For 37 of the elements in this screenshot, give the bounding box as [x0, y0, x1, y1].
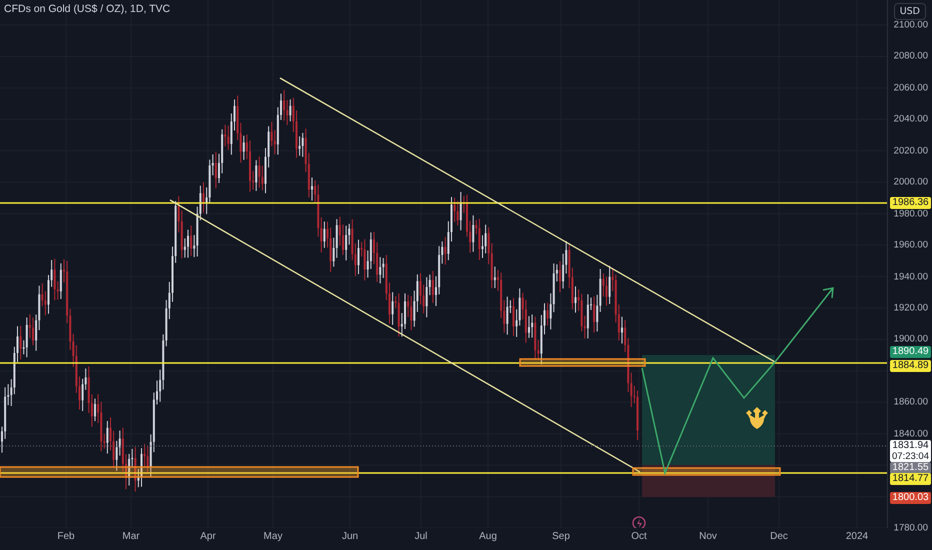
price-tick: 1980.00	[894, 208, 928, 220]
price-tick: 1840.00	[894, 428, 928, 440]
time-label: Sep	[552, 531, 570, 542]
price-label: 1884.89	[890, 360, 931, 372]
price-tick: 1940.00	[894, 271, 928, 282]
time-label: May	[264, 531, 282, 542]
time-label: Feb	[57, 531, 75, 542]
price-tick: 1860.00	[894, 396, 928, 408]
time-label: Apr	[200, 531, 216, 542]
price-tick: 2000.00	[894, 176, 928, 188]
price-tick: 1960.00	[894, 240, 928, 251]
time-label: Jul	[414, 531, 428, 542]
price-label: 1890.49	[890, 346, 931, 358]
lightning-icon[interactable]	[632, 516, 646, 528]
time-label: Nov	[699, 531, 717, 542]
price-tick: 1780.00	[894, 522, 928, 534]
time-label: Aug	[479, 531, 497, 542]
price-tick: 1920.00	[894, 302, 928, 314]
time-label: Mar	[122, 531, 140, 542]
time-label: 2024	[846, 531, 868, 542]
price-tick: 2080.00	[894, 50, 928, 62]
currency-button[interactable]: USD	[894, 3, 926, 20]
last-price-label: 1831.94 07:23:04	[890, 440, 931, 462]
price-tick: 1900.00	[894, 334, 928, 345]
price-tick: 2060.00	[894, 82, 928, 94]
price-tick: 2040.00	[894, 114, 928, 125]
price-label: 1800.03	[890, 492, 931, 504]
price-label: 1821.55	[890, 462, 931, 474]
price-label: 1986.36	[890, 197, 931, 209]
time-label: Dec	[770, 531, 788, 542]
price-tick: 2020.00	[894, 145, 928, 156]
price-tick: 2100.00	[894, 20, 928, 30]
crown-logo-icon	[746, 407, 768, 429]
chart-title: CFDs on Gold (US$ / OZ), 1D, TVC	[4, 3, 170, 15]
time-label: Jun	[342, 531, 358, 542]
price-label: 1814.77	[890, 473, 931, 485]
time-label: Oct	[631, 531, 647, 542]
